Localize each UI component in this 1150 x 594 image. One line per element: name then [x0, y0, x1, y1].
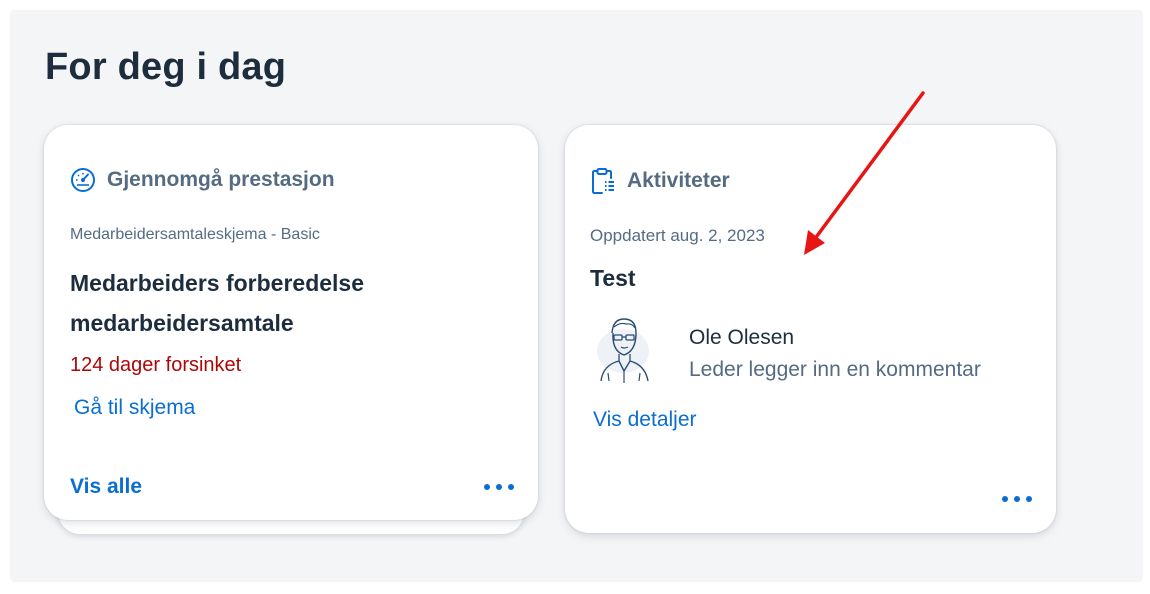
performance-review-card[interactable]: Gjennomgå prestasjon Medarbeidersamtales…	[44, 125, 538, 520]
person-name: Ole Olesen	[689, 326, 795, 349]
clipboard-list-icon	[592, 168, 614, 194]
gauge-icon	[71, 168, 95, 192]
card-header: Gjennomgå prestasjon	[70, 167, 335, 193]
activity-description: Leder legger inn en kommentar	[689, 358, 981, 381]
activity-person: Ole Olesen Leder legger inn en kommentar	[593, 313, 981, 393]
updated-date: Oppdatert aug. 2, 2023	[590, 226, 765, 245]
activities-card[interactable]: Aktiviteter Oppdatert aug. 2, 2023 Test …	[565, 125, 1056, 533]
form-title: Medarbeiders forberedelse medarbeidersam…	[70, 270, 365, 336]
activity-title: Test	[590, 265, 636, 291]
card-header-label: Aktiviteter	[627, 169, 730, 192]
overdue-status: 124 dager forsinket	[70, 354, 242, 376]
view-all-link[interactable]: Vis alle	[70, 475, 142, 499]
go-to-form-link[interactable]: Gå til skjema	[74, 396, 195, 420]
view-details-link[interactable]: Vis detaljer	[593, 408, 697, 432]
more-options-icon[interactable]	[484, 479, 514, 495]
avatar	[597, 318, 649, 383]
form-template-name: Medarbeidersamtaleskjema - Basic	[70, 226, 320, 243]
card-header: Aktiviteter	[590, 167, 730, 195]
more-options-icon[interactable]	[1002, 491, 1032, 507]
card-header-label: Gjennomgå prestasjon	[107, 168, 335, 191]
section-title: For deg i dag	[45, 46, 287, 88]
